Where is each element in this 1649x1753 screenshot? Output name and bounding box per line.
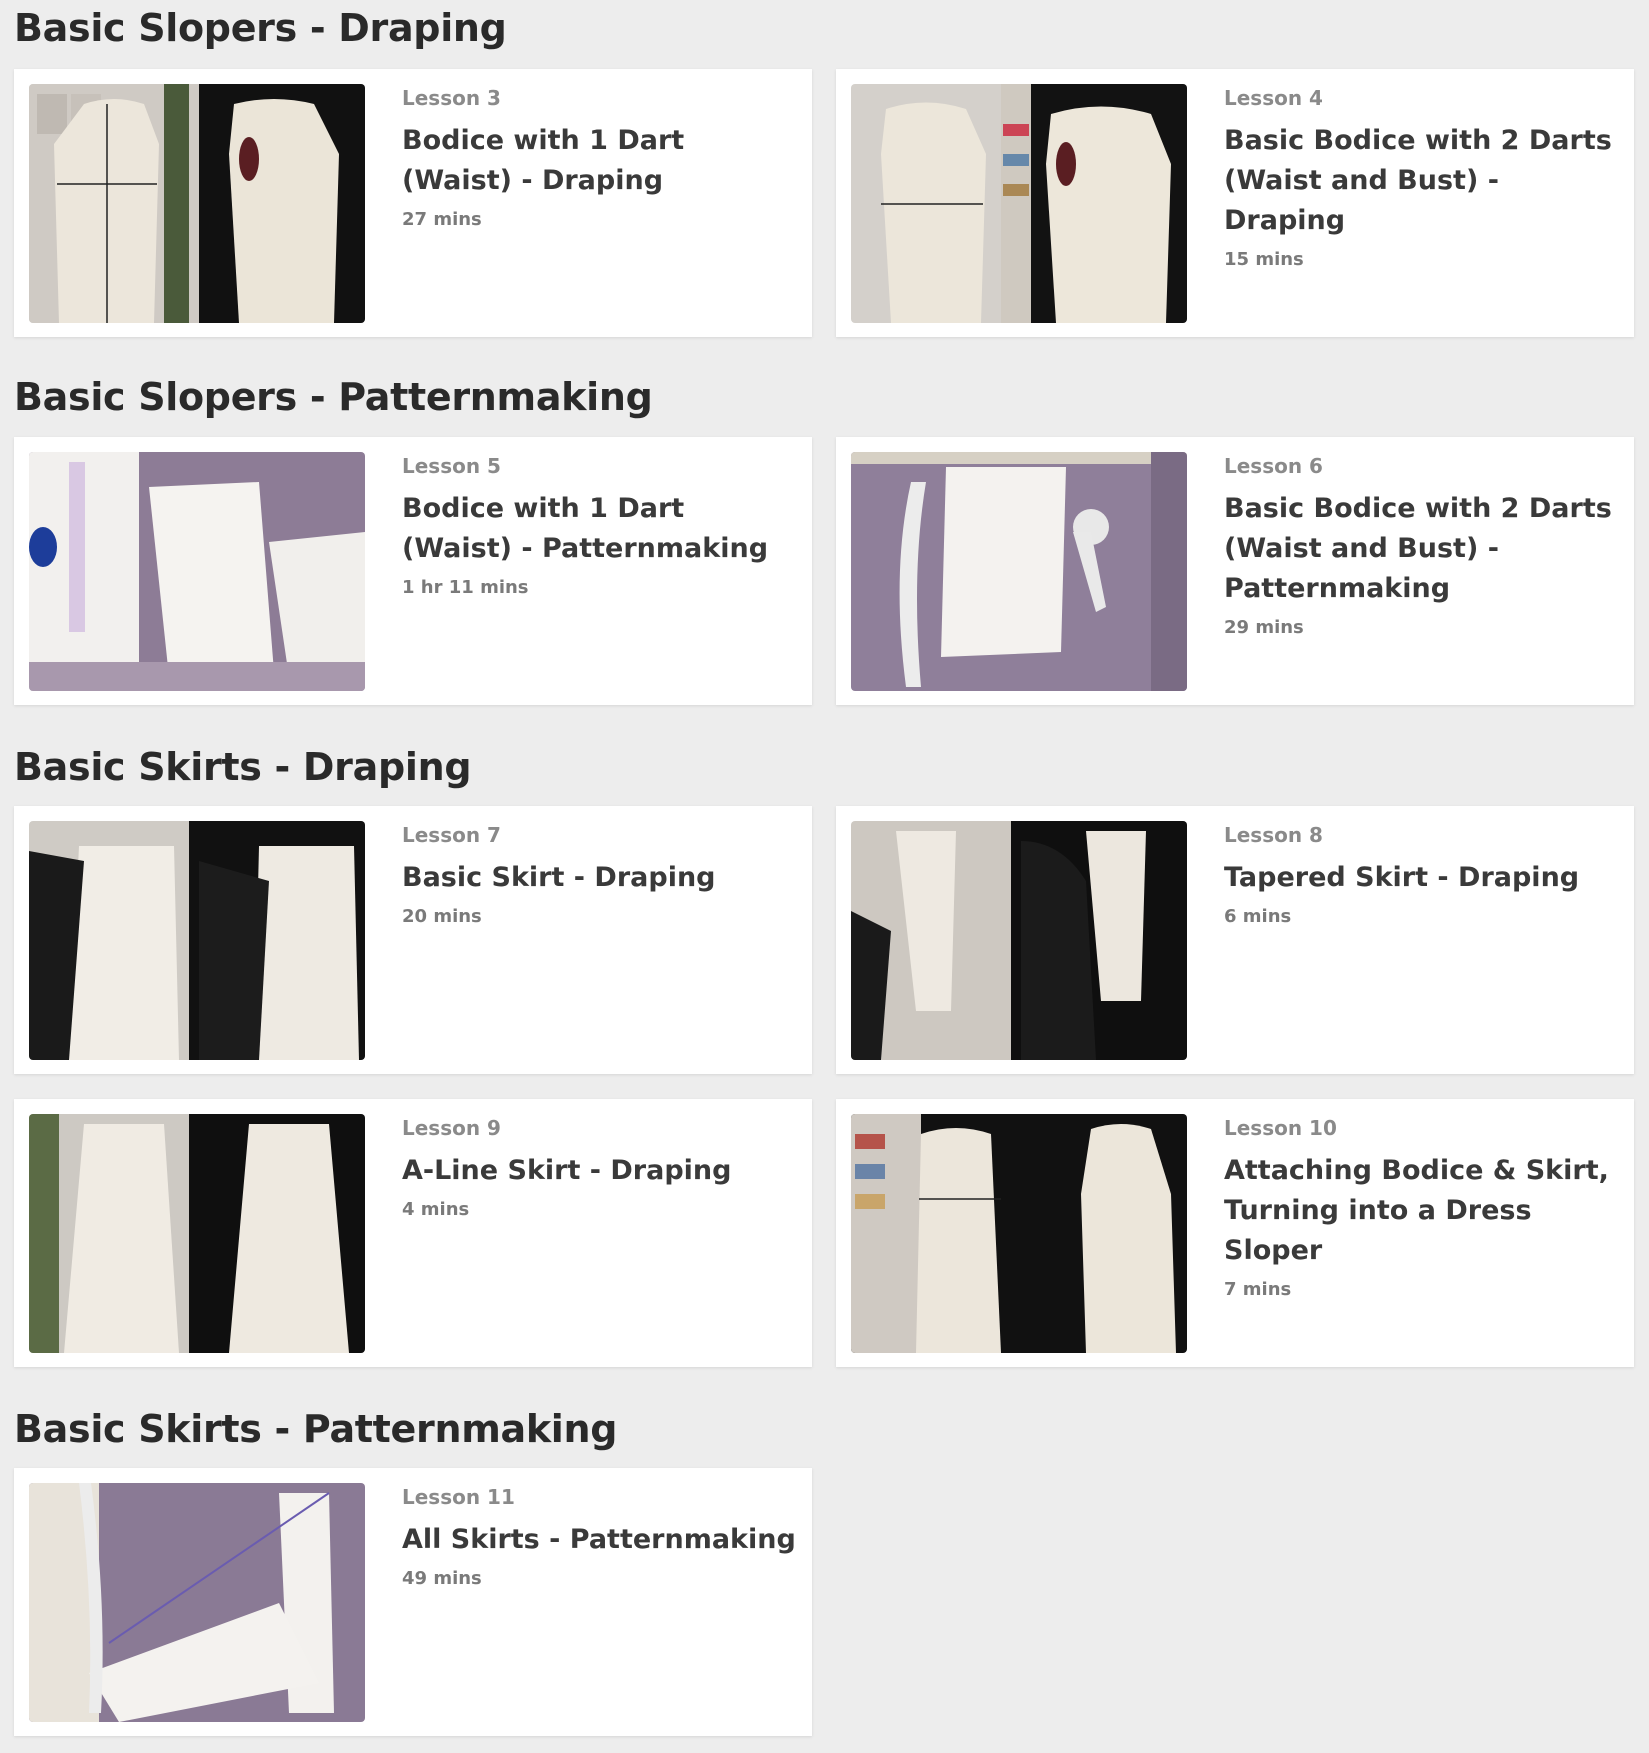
section-title-skirts-draping: Basic Skirts - Draping [14, 745, 472, 789]
lesson-card-6[interactable]: Lesson 6 Basic Bodice with 2 Darts (Wais… [836, 437, 1634, 705]
lesson-card-8[interactable]: Lesson 8 Tapered Skirt - Draping 6 mins [836, 806, 1634, 1074]
lesson-number: Lesson 10 [1224, 1116, 1337, 1140]
lesson-title[interactable]: Basic Skirt - Draping [402, 858, 797, 898]
section-title-slopers-patternmaking: Basic Slopers - Patternmaking [14, 375, 653, 419]
lesson-title[interactable]: Basic Bodice with 2 Darts (Waist and Bus… [1224, 489, 1619, 609]
section-title-skirts-patternmaking: Basic Skirts - Patternmaking [14, 1407, 618, 1451]
lesson-thumbnail[interactable] [851, 1114, 1187, 1353]
lesson-duration: 20 mins [402, 906, 482, 927]
lesson-duration: 1 hr 11 mins [402, 577, 529, 598]
lesson-title[interactable]: Attaching Bodice & Skirt, Turning into a… [1224, 1151, 1619, 1271]
lesson-title[interactable]: Bodice with 1 Dart (Waist) - Patternmaki… [402, 489, 797, 569]
lesson-thumbnail[interactable] [851, 84, 1187, 323]
lesson-title[interactable]: Bodice with 1 Dart (Waist) - Draping [402, 121, 797, 201]
lesson-title[interactable]: A-Line Skirt - Draping [402, 1151, 797, 1191]
lesson-thumbnail[interactable] [851, 452, 1187, 691]
lesson-card-11[interactable]: Lesson 11 All Skirts - Patternmaking 49 … [14, 1468, 812, 1736]
lesson-duration: 29 mins [1224, 617, 1304, 638]
lesson-card-3[interactable]: Lesson 3 Bodice with 1 Dart (Waist) - Dr… [14, 69, 812, 337]
lesson-number: Lesson 5 [402, 454, 501, 478]
lesson-thumbnail[interactable] [29, 452, 365, 691]
lesson-thumbnail[interactable] [29, 84, 365, 323]
lesson-number: Lesson 3 [402, 86, 501, 110]
lesson-title[interactable]: All Skirts - Patternmaking [402, 1520, 797, 1560]
lesson-number: Lesson 8 [1224, 823, 1323, 847]
lesson-duration: 6 mins [1224, 906, 1292, 927]
lesson-card-7[interactable]: Lesson 7 Basic Skirt - Draping 20 mins [14, 806, 812, 1074]
lesson-card-5[interactable]: Lesson 5 Bodice with 1 Dart (Waist) - Pa… [14, 437, 812, 705]
lesson-duration: 49 mins [402, 1568, 482, 1589]
lesson-thumbnail[interactable] [851, 821, 1187, 1060]
lesson-title[interactable]: Basic Bodice with 2 Darts (Waist and Bus… [1224, 121, 1619, 241]
lesson-thumbnail[interactable] [29, 821, 365, 1060]
lesson-number: Lesson 6 [1224, 454, 1323, 478]
section-title-slopers-draping: Basic Slopers - Draping [14, 6, 507, 50]
lesson-thumbnail[interactable] [29, 1114, 365, 1353]
lesson-duration: 27 mins [402, 209, 482, 230]
lesson-thumbnail[interactable] [29, 1483, 365, 1722]
lesson-duration: 7 mins [1224, 1279, 1292, 1300]
lesson-card-10[interactable]: Lesson 10 Attaching Bodice & Skirt, Turn… [836, 1099, 1634, 1367]
lesson-number: Lesson 11 [402, 1485, 515, 1509]
lesson-number: Lesson 9 [402, 1116, 501, 1140]
lesson-title[interactable]: Tapered Skirt - Draping [1224, 858, 1619, 898]
lesson-number: Lesson 7 [402, 823, 501, 847]
lesson-duration: 15 mins [1224, 249, 1304, 270]
lesson-duration: 4 mins [402, 1199, 470, 1220]
lesson-card-9[interactable]: Lesson 9 A-Line Skirt - Draping 4 mins [14, 1099, 812, 1367]
lesson-card-4[interactable]: Lesson 4 Basic Bodice with 2 Darts (Wais… [836, 69, 1634, 337]
lesson-number: Lesson 4 [1224, 86, 1323, 110]
